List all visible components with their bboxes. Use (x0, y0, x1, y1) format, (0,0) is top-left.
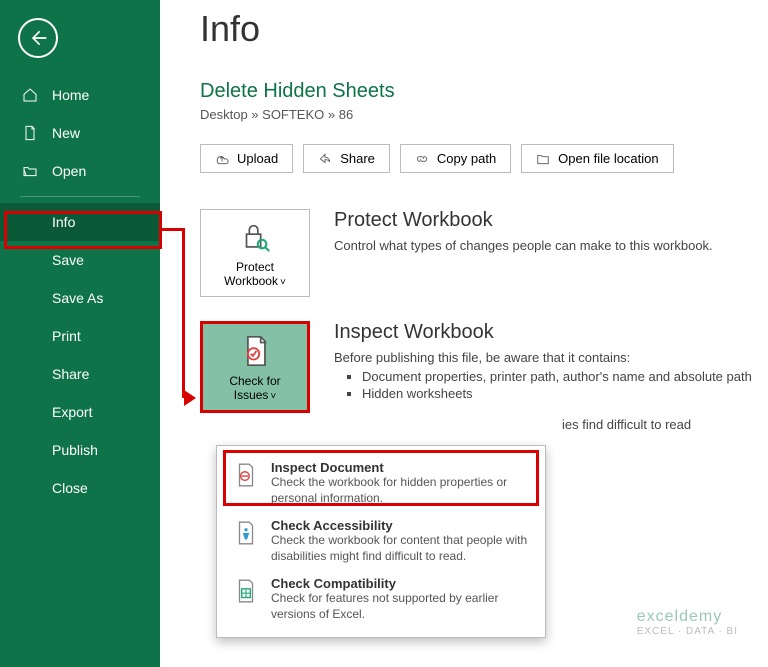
inspect-heading: Inspect Workbook (334, 321, 752, 344)
nav-label: Export (52, 404, 92, 420)
protect-desc: Control what types of changes people can… (334, 238, 713, 253)
nav-label: Home (52, 87, 89, 103)
nav-label: Print (52, 328, 81, 344)
open-file-location-button[interactable]: Open file location (521, 144, 673, 173)
sidebar-item-save[interactable]: Save (0, 241, 160, 279)
arrow-left-icon (28, 28, 48, 48)
action-label: Open file location (558, 151, 658, 166)
sidebar-item-open[interactable]: Open (0, 152, 160, 190)
nav-label: Info (52, 214, 75, 230)
folder-open-icon (22, 163, 38, 179)
sidebar-item-share[interactable]: Share (0, 355, 160, 393)
nav-label: Close (52, 480, 88, 496)
btn-label: Check for Issues (209, 374, 301, 402)
dd-check-accessibility[interactable]: Check Accessibility Check the workbook f… (217, 512, 545, 570)
inspect-li: Document properties, printer path, autho… (362, 369, 752, 384)
nav-label: Save As (52, 290, 103, 306)
nav-label: Share (52, 366, 89, 382)
document-accessibility-icon (231, 518, 261, 564)
share-button[interactable]: Share (303, 144, 390, 173)
dd-title: Check Accessibility (271, 518, 531, 533)
share-icon (318, 152, 332, 166)
btn-label: Protect Workbook (207, 260, 303, 288)
sidebar-item-publish[interactable]: Publish (0, 431, 160, 469)
nav-label: Open (52, 163, 86, 179)
dd-desc: Check the workbook for hidden properties… (271, 475, 531, 506)
sidebar-item-print[interactable]: Print (0, 317, 160, 355)
sidebar-item-export[interactable]: Export (0, 393, 160, 431)
sidebar-item-new[interactable]: New (0, 114, 160, 152)
breadcrumb: Desktop » SOFTEKO » 86 (200, 107, 768, 122)
document-check-icon (238, 334, 272, 368)
document-title: Delete Hidden Sheets (200, 80, 768, 103)
sidebar-item-save-as[interactable]: Save As (0, 279, 160, 317)
back-button[interactable] (18, 18, 58, 58)
protect-workbook-button[interactable]: Protect Workbook (200, 209, 310, 297)
document-icon (22, 125, 38, 141)
upload-button[interactable]: Upload (200, 144, 293, 173)
lock-search-icon (238, 220, 272, 254)
action-label: Share (340, 151, 375, 166)
folder-icon (536, 152, 550, 166)
check-for-issues-dropdown: Inspect Document Check the workbook for … (216, 445, 546, 638)
dd-title: Inspect Document (271, 460, 531, 475)
upload-icon (215, 152, 229, 166)
nav-label: Publish (52, 442, 98, 458)
page-title: Info (200, 8, 768, 50)
nav-label: Save (52, 252, 84, 268)
sidebar-item-close[interactable]: Close (0, 469, 160, 507)
inspect-li-tail: ies find difficult to read (562, 417, 752, 432)
document-compatibility-icon (231, 576, 261, 622)
dd-title: Check Compatibility (271, 576, 531, 591)
nav-label: New (52, 125, 80, 141)
action-label: Copy path (437, 151, 496, 166)
copy-path-button[interactable]: Copy path (400, 144, 511, 173)
inspect-desc: Before publishing this file, be aware th… (334, 350, 752, 365)
action-label: Upload (237, 151, 278, 166)
link-icon (415, 152, 429, 166)
home-icon (22, 87, 38, 103)
dd-desc: Check the workbook for content that peop… (271, 533, 531, 564)
sidebar-item-home[interactable]: Home (0, 76, 160, 114)
protect-heading: Protect Workbook (334, 209, 713, 232)
check-for-issues-button[interactable]: Check for Issues (200, 321, 310, 413)
inspect-li: Hidden worksheets (362, 386, 752, 401)
divider (20, 196, 140, 197)
sidebar-item-info[interactable]: Info (0, 203, 160, 241)
dd-inspect-document[interactable]: Inspect Document Check the workbook for … (217, 454, 545, 512)
dd-desc: Check for features not supported by earl… (271, 591, 531, 622)
dd-check-compatibility[interactable]: Check Compatibility Check for features n… (217, 570, 545, 628)
document-inspect-icon (231, 460, 261, 506)
